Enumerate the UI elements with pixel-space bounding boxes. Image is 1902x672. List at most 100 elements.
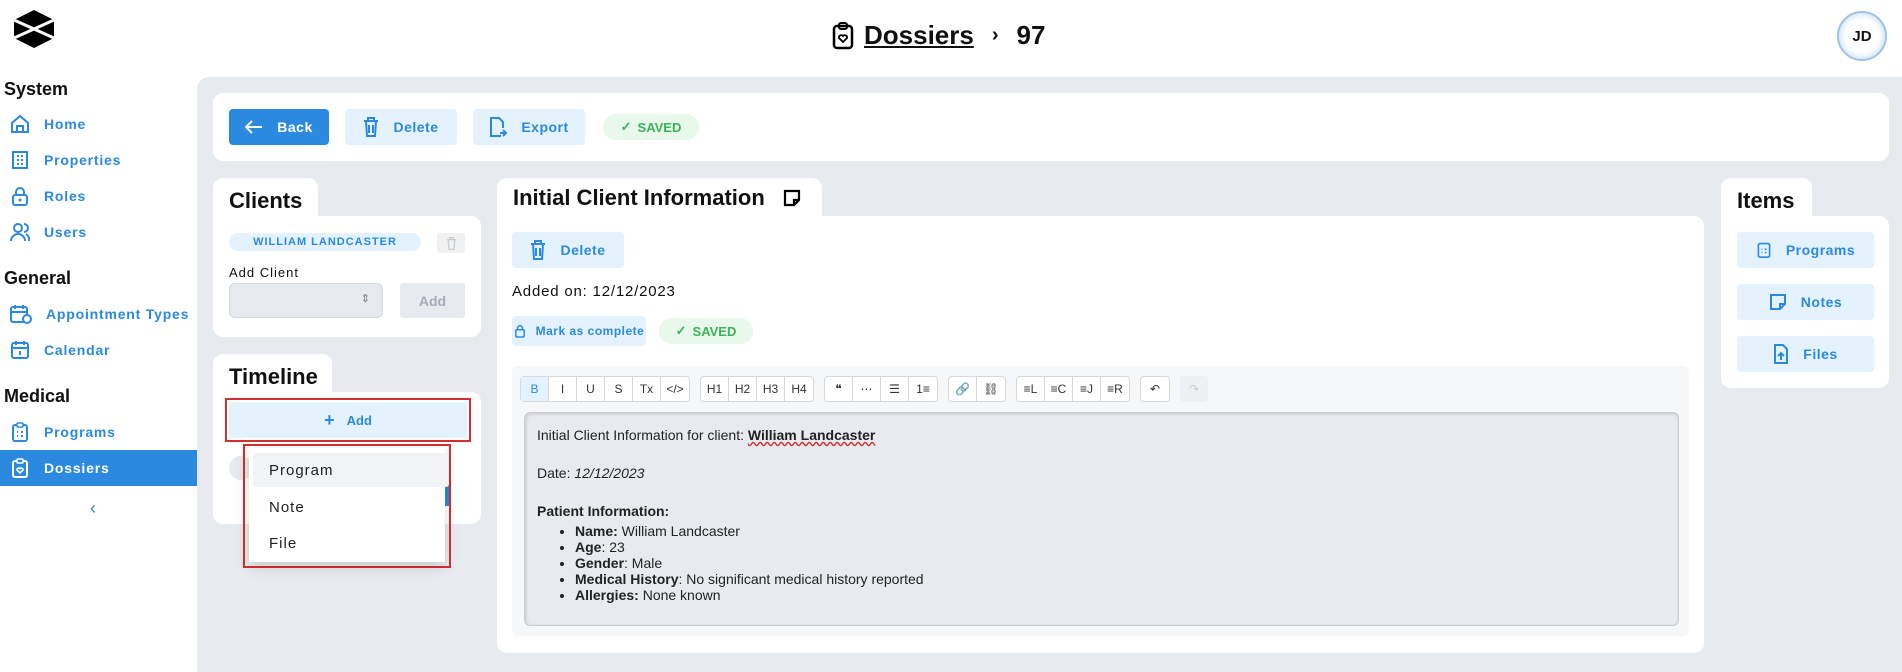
- sidebar-collapse-button[interactable]: ‹: [90, 498, 96, 519]
- sidebar-item-properties[interactable]: Properties: [0, 142, 197, 178]
- note-delete-button[interactable]: Delete: [512, 232, 624, 268]
- saved-badge: ✓ SAVED: [603, 114, 699, 140]
- export-button[interactable]: Export: [473, 109, 585, 145]
- lock-icon: [12, 187, 28, 206]
- avatar[interactable]: JD: [1837, 11, 1887, 61]
- editor-button[interactable]: H2: [729, 377, 757, 401]
- sidebar-item-label: Properties: [44, 152, 122, 168]
- items-programs-button[interactable]: Programs: [1737, 232, 1874, 268]
- editor-button[interactable]: ≡C: [1045, 377, 1073, 401]
- editor-button[interactable]: U: [577, 377, 605, 401]
- info-label: Gender: [575, 555, 625, 571]
- mark-complete-button[interactable]: Mark as complete: [512, 316, 646, 346]
- section-heading: Patient Information:: [537, 503, 670, 519]
- check-icon: ✓: [620, 119, 632, 134]
- timeline-add-menu: Program Note File: [243, 444, 451, 568]
- breadcrumb-separator: ›: [991, 24, 999, 46]
- editor-button[interactable]: ≡J: [1073, 377, 1101, 401]
- intro-line: Initial Client Information for client: W…: [537, 427, 1666, 443]
- logo: [12, 10, 56, 48]
- editor-button[interactable]: Tx: [633, 377, 661, 401]
- date-line: Date: 12/12/2023: [537, 465, 1666, 481]
- patient-info-item: Allergies: None known: [575, 587, 1666, 603]
- sticky-note-icon: [783, 189, 800, 207]
- items-files-label: Files: [1803, 346, 1838, 362]
- clients-title: Clients: [213, 178, 318, 218]
- sidebar-item-appointment-types[interactable]: Appointment Types: [0, 296, 197, 332]
- breadcrumb-dossiers-link[interactable]: Dossiers: [864, 20, 974, 51]
- intro-prefix: Initial Client Information for client:: [537, 427, 748, 443]
- editor-button[interactable]: ☰: [881, 377, 909, 401]
- remove-client-button[interactable]: [437, 233, 465, 253]
- clipboard-list-icon: [1757, 242, 1771, 258]
- add-client-button[interactable]: Add: [400, 283, 465, 318]
- editor-button[interactable]: 1≡: [909, 377, 937, 401]
- sidebar-item-programs[interactable]: Programs: [0, 414, 197, 450]
- editor-toolbar-group: ↷: [1180, 376, 1208, 402]
- users-icon: [10, 223, 30, 242]
- sticky-note-icon: [1769, 294, 1786, 310]
- editor-button[interactable]: ↷: [1180, 376, 1208, 402]
- info-value: : Male: [624, 555, 663, 571]
- editor-content[interactable]: Initial Client Information for client: W…: [524, 412, 1679, 626]
- editor-button[interactable]: ⛓: [977, 377, 1005, 401]
- editor-button[interactable]: S: [605, 377, 633, 401]
- client-chip[interactable]: WILLIAM LANDCASTER: [229, 233, 421, 251]
- sidebar-section-medical: Medical: [4, 386, 71, 406]
- menu-item-program[interactable]: Program: [253, 453, 449, 487]
- clipboard-list-icon: [12, 422, 28, 442]
- note-title-text: Initial Client Information: [513, 185, 765, 210]
- sidebar-item-roles[interactable]: Roles: [0, 178, 197, 214]
- back-button[interactable]: Back: [229, 109, 329, 145]
- menu-item-file[interactable]: File: [253, 526, 449, 560]
- sidebar-item-label: Programs: [44, 424, 116, 440]
- items-notes-button[interactable]: Notes: [1737, 284, 1874, 320]
- delete-button[interactable]: Delete: [345, 109, 457, 145]
- menu-item-note[interactable]: Note: [253, 490, 449, 524]
- editor-button[interactable]: ⋯: [853, 377, 881, 401]
- items-panel: Programs Notes Files: [1721, 216, 1889, 388]
- export-label: Export: [521, 119, 569, 135]
- patient-info-item: Gender: Male: [575, 555, 1666, 571]
- breadcrumb-current: 97: [1016, 20, 1046, 50]
- editor-button[interactable]: </>: [661, 377, 689, 401]
- editor-button[interactable]: ❝: [825, 377, 853, 401]
- clipboard-heart-icon: [12, 458, 28, 478]
- editor-button[interactable]: I: [549, 377, 577, 401]
- calendar-icon: [11, 341, 29, 359]
- info-label: Age: [575, 539, 602, 555]
- sidebar-item-users[interactable]: Users: [0, 214, 197, 250]
- editor-button[interactable]: ↶: [1141, 377, 1169, 401]
- saved-label: SAVED: [637, 119, 682, 135]
- home-icon: [11, 114, 29, 133]
- timeline-add-button[interactable]: + Add: [225, 398, 471, 442]
- info-label: Medical History: [575, 571, 679, 587]
- editor-button[interactable]: ≡R: [1101, 377, 1129, 401]
- trash-icon: [446, 236, 456, 250]
- info-label: Name:: [575, 523, 618, 539]
- rich-text-editor: B I U S Tx </> H1 H2 H3 H4 ❝ ⋯ ☰ 1≡ 🔗 ⛓ ≡L ≡C ≡J ≡R ↶ ↷ Initi…: [512, 366, 1689, 636]
- note-panel: Delete Added on: 12/12/2023 Mark as comp…: [497, 216, 1704, 653]
- editor-button[interactable]: H1: [701, 377, 729, 401]
- editor-button[interactable]: 🔗: [949, 377, 977, 401]
- patient-info-item: Age: 23: [575, 539, 1666, 555]
- editor-button[interactable]: B: [521, 377, 549, 401]
- select-arrows-icon: ⇕: [360, 293, 370, 305]
- editor-button[interactable]: H3: [757, 377, 785, 401]
- info-value: : No significant medical history reporte…: [678, 571, 924, 587]
- lock-icon: [514, 324, 525, 338]
- sidebar-item-label: Calendar: [44, 342, 111, 358]
- items-files-button[interactable]: Files: [1737, 336, 1874, 372]
- editor-toolbar-group: H1 H2 H3 H4: [700, 376, 814, 402]
- info-value: William Landcaster: [617, 523, 740, 539]
- sidebar-item-dossiers[interactable]: Dossiers: [0, 450, 197, 486]
- editor-toolbar-group: ≡L ≡C ≡J ≡R: [1016, 376, 1130, 402]
- editor-button[interactable]: H4: [785, 377, 813, 401]
- sidebar-item-home[interactable]: Home: [0, 106, 197, 142]
- back-label: Back: [277, 119, 313, 135]
- sidebar-item-calendar[interactable]: Calendar: [0, 332, 197, 368]
- clipboard-heart-icon: [832, 21, 854, 49]
- client-select[interactable]: ⇕: [229, 283, 383, 318]
- top-toolbar: Back Delete Export ✓ SAVED: [213, 93, 1889, 161]
- editor-button[interactable]: ≡L: [1017, 377, 1045, 401]
